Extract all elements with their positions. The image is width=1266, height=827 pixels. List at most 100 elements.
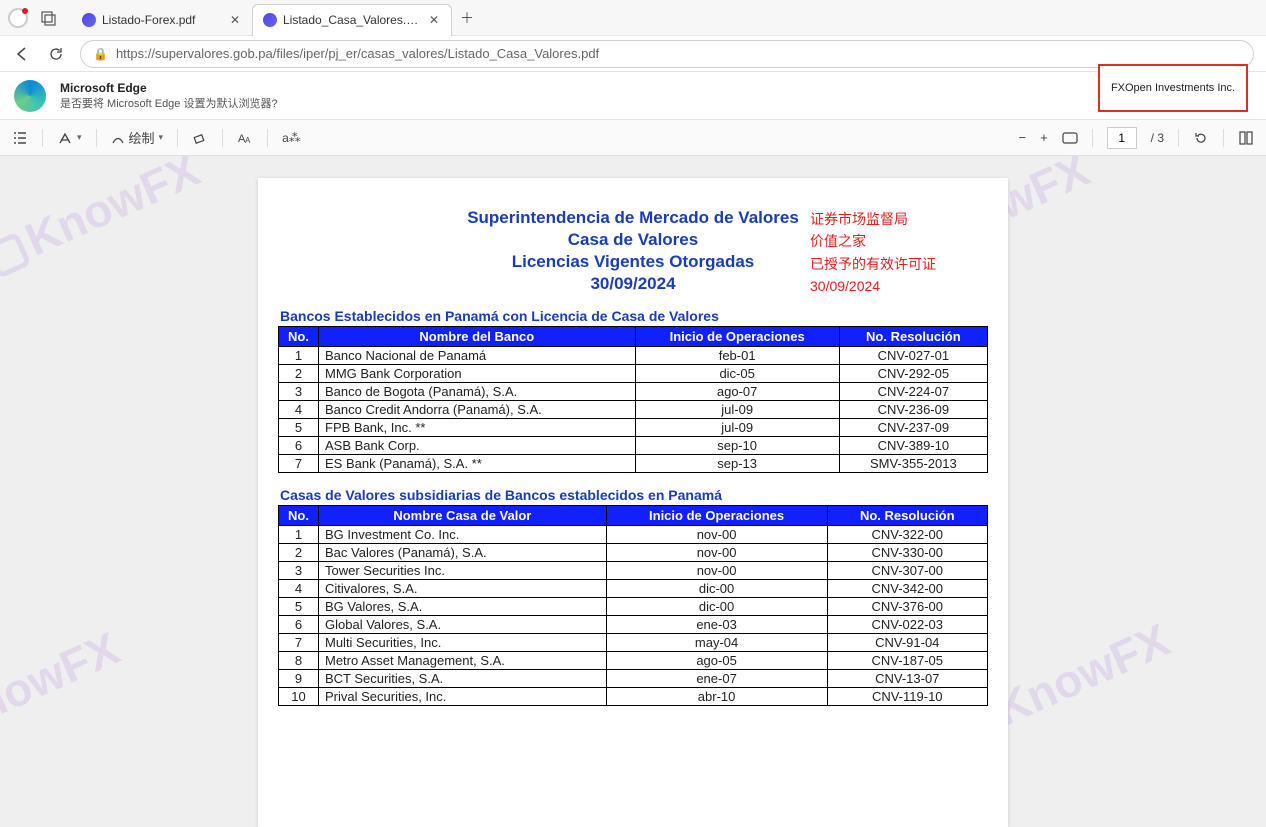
table-cell: FPB Bank, Inc. ** [319, 419, 636, 437]
table-cell: 4 [279, 401, 319, 419]
table-row: 1BG Investment Co. Inc.nov-00CNV-322-00 [279, 526, 988, 544]
table-cell: 7 [279, 455, 319, 473]
table-row: 5BG Valores, S.A.dic-00CNV-376-00 [279, 598, 988, 616]
table-cell: 2 [279, 544, 319, 562]
zoom-in-button[interactable]: + [1040, 130, 1048, 145]
table-cell: sep-10 [635, 437, 839, 455]
fit-page-button[interactable] [1062, 132, 1078, 144]
profile-avatar[interactable] [8, 8, 28, 28]
table-cell: ASB Bank Corp. [319, 437, 636, 455]
table-cell: ES Bank (Panamá), S.A. ** [319, 455, 636, 473]
table-cell: CNV-13-07 [827, 670, 988, 688]
table-cell: 8 [279, 652, 319, 670]
table-cell: Prival Securities, Inc. [319, 688, 607, 706]
page-number-input[interactable] [1107, 127, 1137, 149]
table-cell: MMG Bank Corporation [319, 365, 636, 383]
table-cell: abr-10 [606, 688, 827, 706]
table-row: 6Global Valores, S.A.ene-03CNV-022-03 [279, 616, 988, 634]
draw-label: 绘制 [129, 128, 155, 147]
draw-tool[interactable]: 绘制 ▾ [111, 128, 164, 147]
table-row: 4Banco Credit Andorra (Panamá), S.A.jul-… [279, 401, 988, 419]
table-cell: Multi Securities, Inc. [319, 634, 607, 652]
table-cell: CNV-027-01 [839, 347, 987, 365]
table-cell: Bac Valores (Panamá), S.A. [319, 544, 607, 562]
table-cell: 5 [279, 598, 319, 616]
table-cell: Banco Nacional de Panamá [319, 347, 636, 365]
table-row: 3Tower Securities Inc.nov-00CNV-307-00 [279, 562, 988, 580]
table-cell: CNV-187-05 [827, 652, 988, 670]
page-total: / 3 [1151, 131, 1164, 145]
table-cell: jul-09 [635, 401, 839, 419]
table-header: Inicio de Operaciones [606, 506, 827, 526]
erase-tool[interactable] [192, 130, 208, 146]
favicon-icon [263, 13, 277, 27]
tab-active[interactable]: Listado_Casa_Valores.pdf ✕ [252, 4, 452, 36]
tab-label: Listado-Forex.pdf [102, 13, 222, 27]
tab-actions-icon[interactable] [40, 9, 58, 27]
table-cell: 6 [279, 437, 319, 455]
table-header: Inicio de Operaciones [635, 327, 839, 347]
table-header: No. Resolución [827, 506, 988, 526]
table-row: 8Metro Asset Management, S.A.ago-05CNV-1… [279, 652, 988, 670]
table-cell: Global Valores, S.A. [319, 616, 607, 634]
table-row: 7ES Bank (Panamá), S.A. **sep-13SMV-355-… [279, 455, 988, 473]
text-tool[interactable]: AA [237, 130, 253, 146]
refresh-button[interactable] [46, 44, 66, 64]
table-cell: CNV-236-09 [839, 401, 987, 419]
tab-label: Listado_Casa_Valores.pdf [283, 13, 421, 27]
table-header: No. Resolución [839, 327, 987, 347]
section-heading: Bancos Establecidos en Panamá con Licenc… [280, 308, 988, 324]
table-cell: 3 [279, 383, 319, 401]
contents-button[interactable] [12, 130, 28, 146]
svg-text:A: A [245, 136, 251, 145]
rotate-button[interactable] [1193, 130, 1209, 146]
table-cell: CNV-292-05 [839, 365, 987, 383]
zoom-out-button[interactable]: − [1018, 130, 1026, 145]
table-cell: 7 [279, 634, 319, 652]
table-cell: may-04 [606, 634, 827, 652]
close-icon[interactable]: ✕ [228, 13, 242, 27]
table-cell: CNV-224-07 [839, 383, 987, 401]
table-cell: ago-07 [635, 383, 839, 401]
table-header: No. [279, 506, 319, 526]
table-header: Nombre Casa de Valor [319, 506, 607, 526]
table-cell: BG Valores, S.A. [319, 598, 607, 616]
table-cell: Banco de Bogota (Panamá), S.A. [319, 383, 636, 401]
table-cell: SMV-355-2013 [839, 455, 987, 473]
table-cell: CNV-322-00 [827, 526, 988, 544]
table-cell: CNV-376-00 [827, 598, 988, 616]
table-row: 6ASB Bank Corp.sep-10CNV-389-10 [279, 437, 988, 455]
table-row: 9BCT Securities, S.A.ene-07CNV-13-07 [279, 670, 988, 688]
close-icon[interactable]: ✕ [427, 13, 441, 27]
favicon-icon [82, 13, 96, 27]
pdf-toolbar: ▾ 绘制 ▾ AA a⁂ − + / 3 [0, 120, 1266, 156]
translate-tool[interactable]: a⁂ [282, 131, 301, 145]
table-cell: CNV-91-04 [827, 634, 988, 652]
table-cell: ene-07 [606, 670, 827, 688]
lock-icon: 🔒 [93, 47, 108, 61]
tab-inactive[interactable]: Listado-Forex.pdf ✕ [72, 4, 252, 36]
section-heading: Casas de Valores subsidiarias de Bancos … [280, 487, 988, 503]
browser-titlebar: Listado-Forex.pdf ✕ Listado_Casa_Valores… [0, 0, 1266, 36]
table-cell: 4 [279, 580, 319, 598]
table-row: 2MMG Bank Corporationdic-05CNV-292-05 [279, 365, 988, 383]
table-cell: 10 [279, 688, 319, 706]
table-cell: dic-00 [606, 598, 827, 616]
new-tab-button[interactable]: ＋ [460, 8, 474, 28]
table-cell: Citivalores, S.A. [319, 580, 607, 598]
table-cell: 2 [279, 365, 319, 383]
table-cell: Metro Asset Management, S.A. [319, 652, 607, 670]
table-cell: Banco Credit Andorra (Panamá), S.A. [319, 401, 636, 419]
default-browser-prompt: Microsoft Edge 是否要将 Microsoft Edge 设置为默认… [0, 72, 1266, 120]
pdf-viewport[interactable]: KnowFX KnowFX KnowFX KnowFX KnowFX 证券市场监… [0, 156, 1266, 827]
table-cell: feb-01 [635, 347, 839, 365]
table-cell: CNV-330-00 [827, 544, 988, 562]
casas-table: No.Nombre Casa de ValorInicio de Operaci… [278, 505, 988, 706]
banks-table: No.Nombre del BancoInicio de Operaciones… [278, 326, 988, 473]
edge-logo-icon [14, 80, 46, 112]
page-view-button[interactable] [1238, 130, 1254, 146]
table-header: Nombre del Banco [319, 327, 636, 347]
url-input[interactable]: 🔒 https://supervalores.gob.pa/files/iper… [80, 40, 1254, 68]
highlight-tool[interactable]: ▾ [57, 130, 82, 146]
back-button[interactable] [12, 44, 32, 64]
